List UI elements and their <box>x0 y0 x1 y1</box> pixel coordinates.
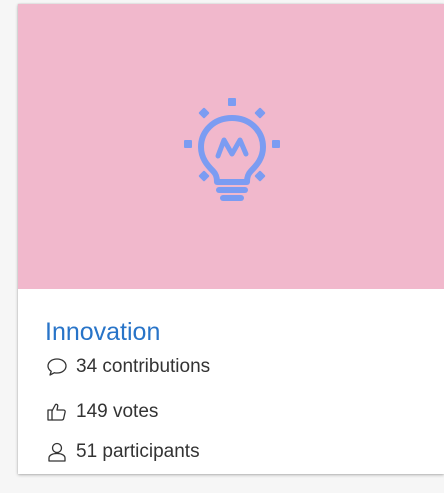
topic-card[interactable]: Innovation 34 contributions 149 votes 51… <box>18 4 444 474</box>
participants-stat: 51 participants <box>46 440 200 464</box>
votes-stat: 149 votes <box>46 400 158 424</box>
votes-count: 149 votes <box>76 401 159 422</box>
contributions-stat: 34 contributions <box>46 355 210 379</box>
card-banner <box>18 4 444 289</box>
page-background: Innovation 34 contributions 149 votes 51… <box>0 0 444 493</box>
lightbulb-icon <box>184 98 280 201</box>
contributions-count: 34 contributions <box>76 356 211 377</box>
person-icon <box>46 441 68 463</box>
participants-count: 51 participants <box>76 441 200 462</box>
card-body: Innovation 34 contributions 149 votes 51… <box>18 289 444 474</box>
card-title-link[interactable]: Innovation <box>45 317 160 347</box>
speech-bubble-icon <box>46 356 68 378</box>
thumbs-up-icon <box>46 401 68 423</box>
